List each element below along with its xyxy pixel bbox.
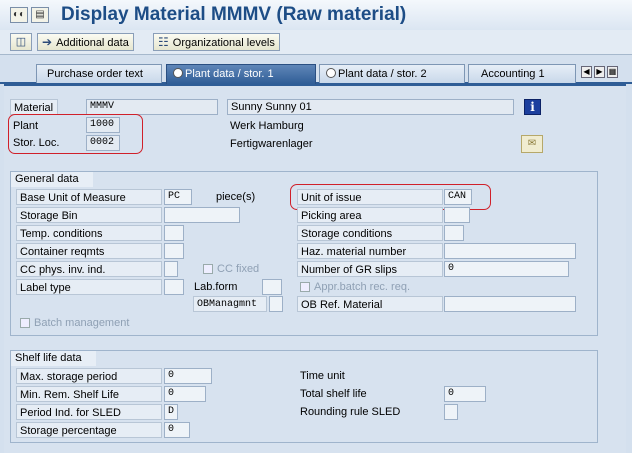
cc-fixed-checkbox[interactable] bbox=[203, 264, 213, 274]
max-storage-label: Max. storage period bbox=[16, 368, 162, 384]
max-storage-field[interactable]: 0 bbox=[164, 368, 212, 384]
total-shelf-field[interactable]: 0 bbox=[444, 386, 486, 402]
hierarchy-icon: ☷ bbox=[158, 35, 169, 49]
gr-slips-label: Number of GR slips bbox=[297, 261, 443, 277]
tab-scroll-left-icon[interactable]: ◀ bbox=[581, 66, 592, 78]
tab-accounting-1[interactable]: Accounting 1 bbox=[468, 64, 576, 83]
storage-conditions-field[interactable] bbox=[444, 225, 464, 241]
tab-label: Purchase order text bbox=[47, 68, 143, 80]
org-levels-label: Organizational levels bbox=[172, 37, 275, 49]
tab-plant-data-stor-2[interactable]: Plant data / stor. 2 bbox=[319, 64, 465, 83]
arrow-right-icon: ➔ bbox=[42, 35, 53, 49]
material-label: Material bbox=[10, 99, 58, 115]
shelf-life-title: Shelf life data bbox=[10, 350, 96, 366]
material-description-field[interactable]: Sunny Sunny 01 bbox=[227, 99, 514, 115]
info-icon[interactable]: i bbox=[524, 99, 541, 115]
views-button[interactable]: ◫ bbox=[10, 33, 32, 51]
period-ind-field[interactable]: D bbox=[164, 404, 178, 420]
tab-scroll-right-icon[interactable]: ▶ bbox=[594, 66, 605, 78]
base-uom-text: piece(s) bbox=[216, 191, 256, 203]
tab-list-icon[interactable]: ▦ bbox=[607, 66, 618, 78]
base-uom-field[interactable]: PC bbox=[164, 189, 192, 205]
additional-data-label: Additional data bbox=[56, 37, 129, 49]
glasses-icon[interactable]: ◐◐ bbox=[10, 7, 28, 23]
views-icon: ◫ bbox=[15, 36, 27, 48]
other-material-icon[interactable]: ▤ bbox=[31, 7, 49, 23]
tab-label: Accounting 1 bbox=[481, 68, 545, 80]
tab-plant-data-stor-1[interactable]: Plant data / stor. 1 bbox=[166, 64, 316, 84]
lab-form-label: Lab.form bbox=[194, 281, 238, 293]
gr-slips-field[interactable]: 0 bbox=[444, 261, 569, 277]
lab-form-field[interactable] bbox=[262, 279, 282, 295]
haz-material-label: Haz. material number bbox=[297, 243, 443, 259]
storage-conditions-label: Storage conditions bbox=[297, 225, 443, 241]
storage-bin-field[interactable] bbox=[164, 207, 240, 223]
org-levels-button[interactable]: ☷ Organizational levels bbox=[153, 33, 280, 51]
temp-conditions-label: Temp. conditions bbox=[16, 225, 162, 241]
additional-data-button[interactable]: ➔ Additional data bbox=[37, 33, 134, 51]
cc-phys-inv-label: CC phys. inv. ind. bbox=[16, 261, 162, 277]
rounding-rule-label: Rounding rule SLED bbox=[300, 406, 401, 418]
ob-managmnt-field[interactable] bbox=[269, 296, 283, 312]
min-rem-shelf-field[interactable]: 0 bbox=[164, 386, 206, 402]
batch-management-label: Batch management bbox=[34, 317, 130, 329]
base-uom-label: Base Unit of Measure bbox=[16, 189, 162, 205]
appr-batch-checkbox[interactable] bbox=[300, 282, 310, 292]
tab-status-icon bbox=[326, 68, 336, 78]
haz-material-field[interactable] bbox=[444, 243, 576, 259]
stor-loc-name: Fertigwarenlager bbox=[230, 138, 313, 150]
min-rem-shelf-label: Min. Rem. Shelf Life bbox=[16, 386, 162, 402]
tab-status-icon bbox=[173, 68, 183, 78]
rounding-rule-field[interactable] bbox=[444, 404, 458, 420]
temp-conditions-field[interactable] bbox=[164, 225, 184, 241]
ob-ref-material-label: OB Ref. Material bbox=[297, 296, 443, 312]
container-reqmts-field[interactable] bbox=[164, 243, 184, 259]
tab-label: Plant data / stor. 1 bbox=[185, 68, 274, 80]
address-icon[interactable]: ✉ bbox=[521, 135, 543, 153]
highlight-oval-plant bbox=[8, 114, 143, 154]
container-reqmts-label: Container reqmts bbox=[16, 243, 162, 259]
storage-bin-label: Storage Bin bbox=[16, 207, 162, 223]
total-shelf-label: Total shelf life bbox=[300, 388, 367, 400]
batch-management-checkbox[interactable] bbox=[20, 318, 30, 328]
ob-ref-material-field[interactable] bbox=[444, 296, 576, 312]
general-data-title: General data bbox=[10, 171, 93, 187]
storage-pct-field[interactable]: 0 bbox=[164, 422, 190, 438]
page-title: Display Material MMMV (Raw material) bbox=[61, 4, 407, 25]
time-unit-label: Time unit bbox=[300, 370, 345, 382]
tab-label: Plant data / stor. 2 bbox=[338, 68, 427, 80]
tab-purchase-order-text[interactable]: Purchase order text bbox=[36, 64, 162, 83]
label-type-field[interactable] bbox=[164, 279, 184, 295]
cc-fixed-label: CC fixed bbox=[217, 263, 260, 275]
storage-pct-label: Storage percentage bbox=[16, 422, 162, 438]
cc-phys-inv-field[interactable] bbox=[164, 261, 178, 277]
plant-name: Werk Hamburg bbox=[230, 120, 304, 132]
label-type-label: Label type bbox=[16, 279, 162, 295]
picking-area-field[interactable] bbox=[444, 207, 470, 223]
picking-area-label: Picking area bbox=[297, 207, 443, 223]
material-field[interactable]: MMMV bbox=[86, 99, 218, 115]
appr-batch-label: Appr.batch rec. req. bbox=[314, 281, 410, 293]
ob-managmnt-label: OBManagmnt bbox=[193, 296, 267, 312]
period-ind-label: Period Ind. for SLED bbox=[16, 404, 162, 420]
